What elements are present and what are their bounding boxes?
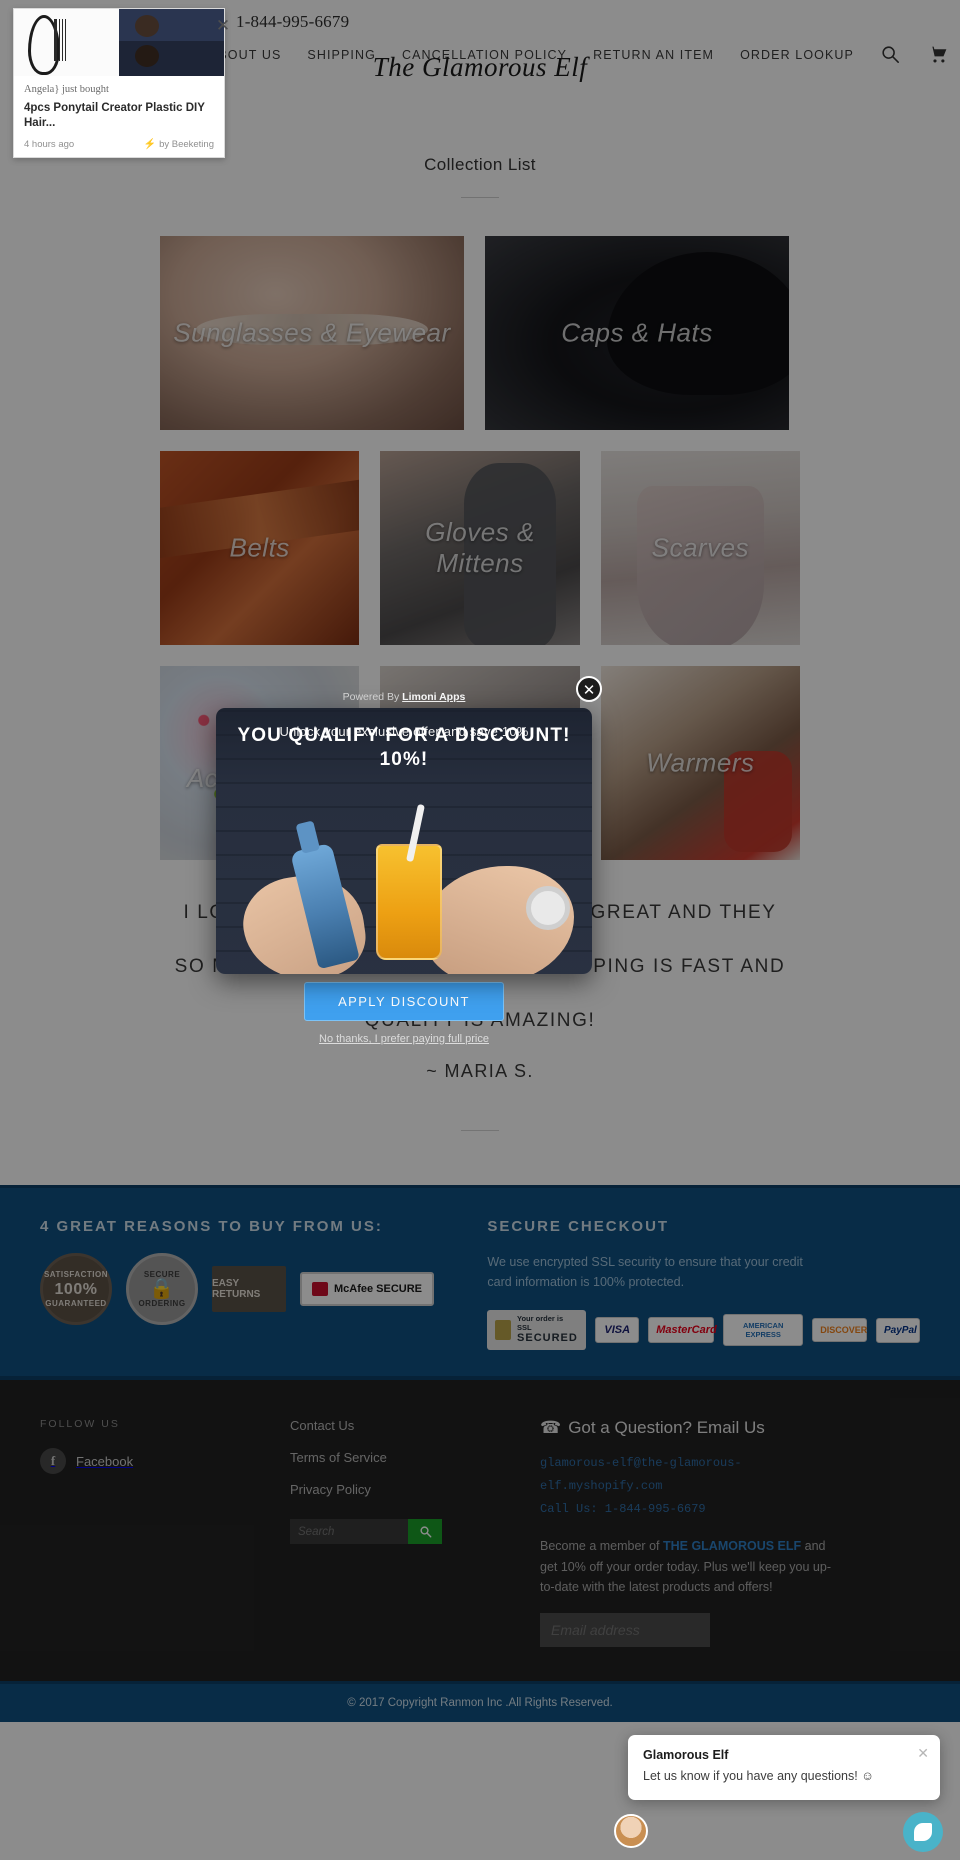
bolt-icon: ⚡ [143, 138, 157, 150]
avatar [614, 1814, 648, 1848]
watch-shape [526, 886, 570, 930]
product-thumbnails [14, 9, 224, 76]
discount-headline-group: Unlock your exclusive offer and save 10%… [216, 724, 592, 770]
buyer-name-text: Angela} just bought [24, 84, 109, 95]
apply-discount-button[interactable]: APPLY DISCOUNT [304, 982, 504, 1021]
close-icon[interactable]: ✕ [214, 17, 232, 35]
close-icon[interactable]: ✕ [917, 1746, 929, 1760]
beeketing-attribution[interactable]: ⚡ by Beeketing [144, 139, 214, 150]
discount-headline: YOU QUALIFY FOR A DISCOUNT! 10%! [216, 724, 592, 772]
purchase-timestamp: 4 hours ago [24, 138, 75, 150]
product-thumbnail-2 [119, 9, 224, 76]
beeketing-label: by Beeketing [159, 138, 214, 150]
modal-hero-image [216, 790, 592, 974]
product-thumbnail-1 [14, 9, 119, 76]
decline-discount-link[interactable]: No thanks, I prefer paying full price [216, 1033, 592, 1045]
powered-by-label: Powered By Limoni Apps [216, 691, 592, 703]
discount-headline-line-1: YOU QUALIFY FOR A DISCOUNT! [237, 725, 571, 746]
chat-launcher-glyph [914, 1823, 932, 1841]
sales-notification-popup: Angela} just bought 4pcs Ponytail Creato… [13, 8, 230, 158]
chat-message: Let us know if you have any questions! ☺ [643, 1769, 874, 1784]
limoni-apps-link[interactable]: Limoni Apps [402, 691, 465, 703]
powered-by-text: Powered By [342, 691, 403, 703]
close-icon[interactable]: ✕ [576, 676, 602, 702]
product-name-link[interactable]: 4pcs Ponytail Creator Plastic DIY Hair..… [24, 101, 214, 131]
chat-title: Glamorous Elf [643, 1748, 729, 1763]
discount-headline-line-2: 10%! [379, 748, 429, 770]
chat-message-bubble: ✕ Glamorous Elf Let us know if you have … [628, 1735, 940, 1800]
discount-modal-panel: Unlock your exclusive offer and save 10%… [216, 708, 592, 974]
chat-icon[interactable] [903, 1812, 943, 1852]
discount-modal: Powered By Limoni Apps ✕ Unlock your exc… [216, 676, 602, 1045]
